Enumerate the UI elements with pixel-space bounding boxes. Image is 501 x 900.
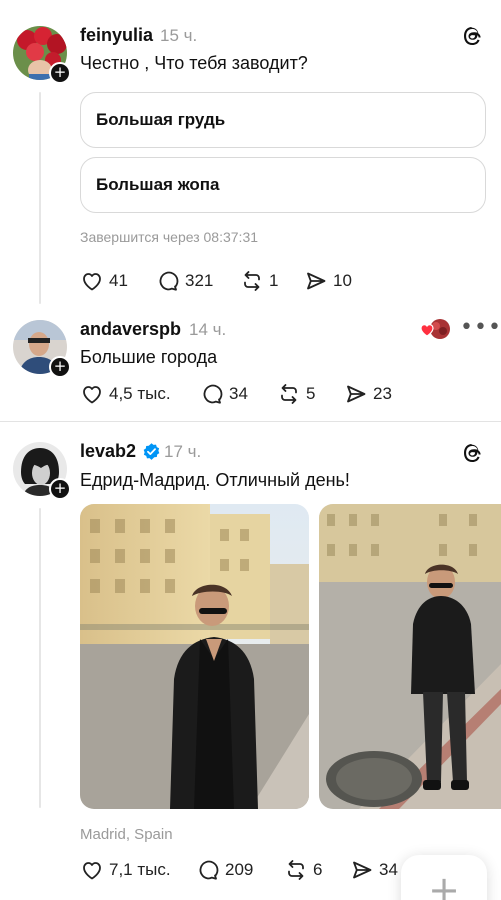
- share-button[interactable]: 10: [304, 267, 352, 295]
- thread-line: [39, 92, 41, 304]
- post-photo-2[interactable]: [319, 504, 501, 809]
- repost-count: 1: [269, 271, 279, 290]
- like-count: 7,1 тыс.: [109, 860, 171, 879]
- follow-plus-icon[interactable]: +: [49, 478, 71, 500]
- like-button[interactable]: 41: [80, 267, 128, 295]
- repost-button[interactable]: 5: [277, 380, 315, 408]
- poll-ends-text: Завершится через 08:37:31: [80, 229, 259, 245]
- post-text: Честно , Что тебя заводит?: [80, 53, 308, 73]
- repost-count: 6: [313, 860, 323, 879]
- like-button[interactable]: 4,5 тыс.: [80, 380, 171, 408]
- liked-by-avatars[interactable]: [420, 318, 451, 340]
- new-post-button[interactable]: +: [401, 855, 487, 900]
- comment-icon: [199, 860, 219, 880]
- threads-logo-icon[interactable]: [460, 24, 484, 48]
- heart-icon: [83, 386, 101, 404]
- thread-line: [39, 508, 41, 808]
- username[interactable]: andaverspb: [80, 319, 181, 340]
- like-count: 41: [109, 271, 128, 290]
- post-time: 15 ч.: [160, 26, 198, 45]
- share-count: 34: [379, 860, 398, 879]
- reply-count: 321: [185, 271, 214, 290]
- post-time: 17 ч.: [164, 442, 202, 461]
- share-button[interactable]: 34: [350, 856, 398, 884]
- post-location[interactable]: Madrid, Spain: [80, 826, 173, 843]
- share-count: 23: [373, 384, 392, 403]
- poll-option-2[interactable]: Большая жопа: [80, 157, 486, 213]
- post-text: Едрид-Мадрид. Отличный день!: [80, 470, 350, 490]
- like-button[interactable]: 7,1 тыс.: [80, 856, 171, 884]
- post-andaverspb: + andaverspb 14 ч. ••• Большие города 4,…: [0, 305, 501, 420]
- post-actions: 4,5 тыс. 34 5 23: [80, 380, 480, 408]
- repost-button[interactable]: 1: [240, 267, 278, 295]
- reply-button[interactable]: 209: [196, 856, 253, 884]
- reply-button[interactable]: 34: [200, 380, 248, 408]
- share-count: 10: [333, 271, 352, 290]
- repost-icon: [288, 860, 304, 880]
- verified-badge-icon: [143, 443, 160, 460]
- repost-icon: [281, 384, 297, 404]
- share-icon: [353, 861, 372, 879]
- follow-plus-icon[interactable]: +: [49, 356, 71, 378]
- more-options-icon[interactable]: •••: [460, 317, 501, 339]
- follow-plus-icon[interactable]: +: [49, 62, 71, 84]
- reply-count: 209: [225, 860, 254, 879]
- post-text: Большие города: [80, 347, 218, 367]
- username[interactable]: feinyulia: [80, 25, 153, 46]
- comment-icon: [159, 271, 179, 291]
- share-icon: [307, 272, 326, 290]
- post-levab2: + levab2 17 ч. Едрид-Мадрид. Отличный де…: [0, 422, 501, 900]
- heart-icon: [83, 273, 101, 291]
- share-button[interactable]: 23: [344, 380, 392, 408]
- share-icon: [347, 385, 366, 403]
- repost-count: 5: [306, 384, 316, 403]
- reply-count: 34: [229, 384, 248, 403]
- poll-option-1[interactable]: Большая грудь: [80, 92, 486, 148]
- post-feinyulia: + feinyulia 15 ч. Честно , Что тебя заво…: [0, 0, 501, 305]
- threads-logo-icon[interactable]: [460, 441, 484, 465]
- reply-button[interactable]: 321: [156, 267, 213, 295]
- repost-button[interactable]: 6: [284, 856, 322, 884]
- like-count: 4,5 тыс.: [109, 384, 171, 403]
- comment-icon: [203, 384, 223, 404]
- post-actions: 41 321 1 10: [80, 267, 480, 295]
- post-photo-1[interactable]: [80, 504, 309, 809]
- post-time: 14 ч.: [189, 320, 227, 339]
- repost-icon: [244, 271, 260, 291]
- plus-icon: +: [428, 868, 460, 900]
- username[interactable]: levab2: [80, 441, 136, 462]
- heart-icon: [83, 862, 101, 880]
